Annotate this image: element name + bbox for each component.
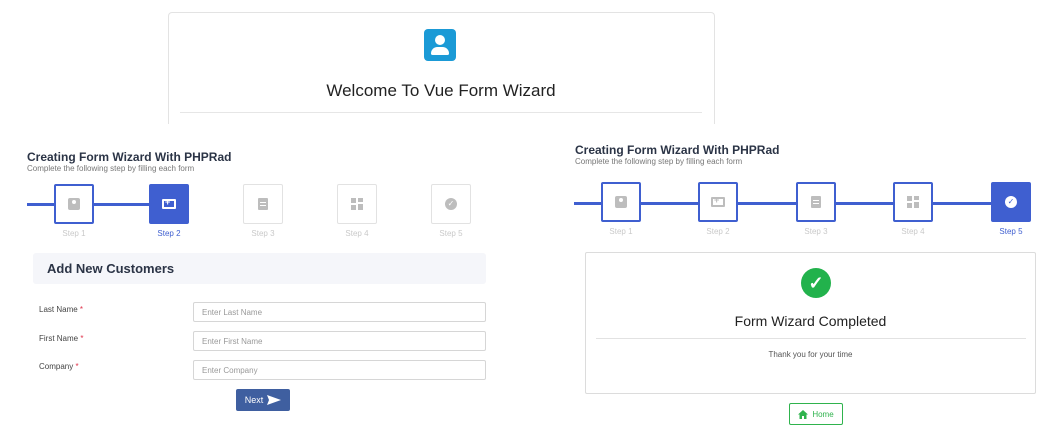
left-wizard-subtitle: Complete the following step by filling e… <box>27 164 195 173</box>
left-step-2[interactable] <box>149 184 189 224</box>
home-icon <box>798 409 809 419</box>
right-wizard-subtitle: Complete the following step by filling e… <box>575 157 743 166</box>
user-card-icon <box>68 198 80 210</box>
right-step-4-label: Step 4 <box>901 227 925 236</box>
check-circle-icon: ✓ <box>445 198 457 210</box>
dashboard-icon <box>351 198 363 210</box>
welcome-divider <box>180 112 702 113</box>
first-name-input[interactable] <box>193 331 486 351</box>
screen-add-icon <box>711 195 725 207</box>
completed-message: Thank you for your time <box>768 350 853 359</box>
user-profile-icon <box>424 29 456 61</box>
right-step-1[interactable] <box>601 182 641 222</box>
last-name-label-text: Last Name <box>39 305 78 314</box>
section-header: Add New Customers <box>33 253 486 284</box>
right-step-2-label: Step 2 <box>706 227 730 236</box>
right-step-3-label: Step 3 <box>804 227 828 236</box>
left-step-3-label: Step 3 <box>251 229 275 238</box>
welcome-title: Welcome To Vue Form Wizard <box>326 81 556 100</box>
required-marker: * <box>75 362 79 371</box>
user-card-icon <box>615 196 627 208</box>
right-wizard-title: Creating Form Wizard With PHPRad <box>575 143 780 157</box>
success-check-icon: ✓ <box>801 268 831 298</box>
screen-add-icon <box>162 197 176 209</box>
next-button[interactable]: Next <box>236 389 290 411</box>
check-circle-icon: ✓ <box>1005 196 1017 208</box>
right-step-5-label: Step 5 <box>999 227 1023 236</box>
first-name-label: First Name * <box>39 334 83 343</box>
last-name-label: Last Name * <box>39 305 83 314</box>
company-label-text: Company <box>39 362 74 371</box>
clipboard-icon <box>811 196 821 208</box>
right-step-4[interactable] <box>893 182 933 222</box>
left-step-4[interactable] <box>337 184 377 224</box>
required-marker: * <box>79 305 84 314</box>
company-input[interactable] <box>193 360 486 380</box>
required-marker: * <box>80 334 84 343</box>
left-step-5[interactable]: ✓ <box>431 184 471 224</box>
company-label: Company * <box>39 362 79 371</box>
section-title: Add New Customers <box>47 261 175 276</box>
home-button[interactable]: Home <box>789 403 843 425</box>
left-step-5-label: Step 5 <box>439 229 463 238</box>
left-step-1[interactable] <box>54 184 94 224</box>
completed-divider <box>596 338 1026 339</box>
dashboard-icon <box>907 196 919 208</box>
completed-title: Form Wizard Completed <box>734 313 887 329</box>
right-step-5[interactable]: ✓ <box>991 182 1031 222</box>
clipboard-icon <box>258 198 268 210</box>
right-step-2[interactable] <box>698 182 738 222</box>
last-name-input[interactable] <box>193 302 486 322</box>
first-name-label-text: First Name <box>39 334 79 343</box>
left-step-1-label: Step 1 <box>62 229 86 238</box>
left-step-2-label: Step 2 <box>157 229 181 238</box>
left-step-3[interactable] <box>243 184 283 224</box>
next-button-label: Next <box>244 395 264 405</box>
send-arrow-icon <box>267 395 282 405</box>
left-step-4-label: Step 4 <box>345 229 369 238</box>
right-step-1-label: Step 1 <box>609 227 633 236</box>
home-button-label: Home <box>812 409 834 419</box>
right-step-3[interactable] <box>796 182 836 222</box>
left-wizard-title: Creating Form Wizard With PHPRad <box>27 150 232 164</box>
